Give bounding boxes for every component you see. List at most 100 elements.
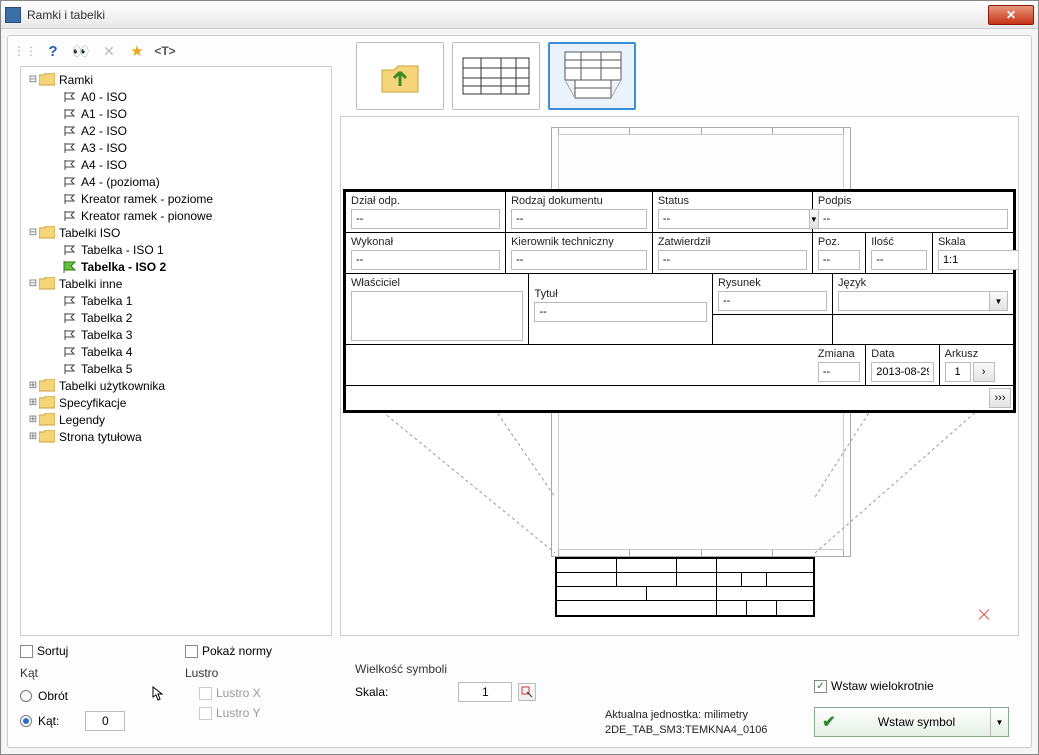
check-sortuj[interactable]: Sortuj xyxy=(20,644,165,658)
tree-item[interactable]: A3 - ISO xyxy=(21,139,331,156)
input-zatwierdzil[interactable] xyxy=(658,250,807,270)
thumb-tabelka-1[interactable] xyxy=(452,42,540,110)
input-kierownik[interactable] xyxy=(511,250,647,270)
tree-item[interactable]: Tabelka 3 xyxy=(21,326,331,343)
folder-icon xyxy=(39,277,55,290)
tree-folder-specyfikacje[interactable]: ⊞Specyfikacje xyxy=(21,394,331,411)
input-arkusz[interactable] xyxy=(945,362,971,382)
thumb-tabelka-2[interactable] xyxy=(548,42,636,110)
check-pokaz-normy[interactable]: Pokaż normy xyxy=(185,644,335,658)
expand-icon[interactable]: ⊞ xyxy=(27,431,39,442)
tree-item[interactable]: Tabelka - ISO 1 xyxy=(21,241,331,258)
star-icon[interactable]: ★ xyxy=(128,42,146,60)
tree-item[interactable]: A1 - ISO xyxy=(21,105,331,122)
input-skala[interactable] xyxy=(938,250,1019,270)
flag-icon xyxy=(63,193,77,205)
tree-item[interactable]: Tabelka 1 xyxy=(21,292,331,309)
dropdown-icon[interactable]: ▼ xyxy=(990,291,1008,311)
expand-icon[interactable]: ⊞ xyxy=(27,397,39,408)
tree-item[interactable]: Kreator ramek - poziome xyxy=(21,190,331,207)
folder-up-icon xyxy=(378,56,422,96)
tree-item[interactable]: A2 - ISO xyxy=(21,122,331,139)
radio-kat[interactable]: Kąt: xyxy=(20,711,165,731)
expand-icon[interactable]: ⊞ xyxy=(27,380,39,391)
preview-area: Dział odp. Rodzaj dokumentu Status▼ Podp… xyxy=(340,116,1019,636)
expand-icon[interactable]: ⊞ xyxy=(27,414,39,425)
input-tytul[interactable] xyxy=(534,302,706,322)
label-skala: Skala: xyxy=(355,685,388,699)
tree-item[interactable]: Tabelka 4 xyxy=(21,343,331,360)
pick-point-icon[interactable] xyxy=(518,683,536,701)
input-ilosc[interactable] xyxy=(871,250,927,270)
tree-item[interactable]: Tabelka 2 xyxy=(21,309,331,326)
next-arrow-icon[interactable]: › xyxy=(973,362,995,382)
input-dzial-odp[interactable] xyxy=(351,209,500,229)
tree-view[interactable]: ⊟ Ramki A0 - ISO A1 - ISO A2 - ISO A3 - … xyxy=(20,66,332,636)
input-status[interactable] xyxy=(658,209,810,229)
input-wlasciciel[interactable] xyxy=(351,291,523,341)
input-podpis[interactable] xyxy=(818,209,1008,229)
label-poz: Poz. xyxy=(818,236,860,248)
tree-folder-legendy[interactable]: ⊞Legendy xyxy=(21,411,331,428)
radio-icon[interactable] xyxy=(20,715,32,727)
dropdown-icon[interactable]: ▼ xyxy=(990,708,1008,736)
flag-icon xyxy=(63,125,77,137)
table-preview-icon xyxy=(557,50,627,102)
flag-icon xyxy=(63,176,77,188)
insert-symbol-button[interactable]: ✔ Wstaw symbol ▼ xyxy=(814,707,1009,737)
thumb-folder[interactable] xyxy=(356,42,444,110)
input-kat[interactable] xyxy=(85,711,125,731)
tree-folder-tabelki-inne[interactable]: ⊟ Tabelki inne xyxy=(21,275,331,292)
tree-label: Tabelki inne xyxy=(59,277,122,291)
help-icon[interactable]: ? xyxy=(44,42,62,60)
tree-folder-tabelki-iso[interactable]: ⊟ Tabelki ISO xyxy=(21,224,331,241)
checkbox-icon[interactable] xyxy=(20,645,33,658)
check-wstaw-wielokrotnie[interactable]: ✓Wstaw wielokrotnie xyxy=(814,679,1019,693)
text-tag-icon[interactable]: <T> xyxy=(156,42,174,60)
input-skala-symbol[interactable] xyxy=(458,682,512,702)
tree-item[interactable]: Tabelka 5 xyxy=(21,360,331,377)
label-wlasciciel: Właściciel xyxy=(351,277,523,289)
checkbox-icon xyxy=(199,687,212,700)
flag-icon xyxy=(63,244,77,256)
folder-icon xyxy=(39,379,55,392)
input-rodzaj[interactable] xyxy=(511,209,647,229)
page-table-preview xyxy=(555,557,815,617)
tree-item[interactable]: A4 - ISO xyxy=(21,156,331,173)
label-data: Data xyxy=(871,348,933,360)
input-poz[interactable] xyxy=(818,250,860,270)
flag-icon xyxy=(63,142,77,154)
radio-icon[interactable] xyxy=(20,690,32,702)
input-rysunek[interactable] xyxy=(718,291,827,311)
binoculars-icon[interactable]: 👀 xyxy=(72,42,90,60)
flag-icon xyxy=(63,159,77,171)
checkbox-icon[interactable] xyxy=(185,645,198,658)
tree-item[interactable]: A4 - (pozioma) xyxy=(21,173,331,190)
tree-folder-ramki[interactable]: ⊟ Ramki xyxy=(21,71,331,88)
tree-folder-strona[interactable]: ⊞Strona tytułowa xyxy=(21,428,331,445)
tree-folder-uzytkownika[interactable]: ⊞Tabelki użytkownika xyxy=(21,377,331,394)
status-line-2: 2DE_TAB_SM3:TEMKNA4_0106 xyxy=(605,723,794,737)
collapse-icon[interactable]: ⊟ xyxy=(27,74,39,85)
radio-obrot[interactable]: Obrót xyxy=(20,686,165,705)
input-data[interactable] xyxy=(871,362,933,382)
next-all-arrow-icon[interactable]: ››› xyxy=(989,388,1011,408)
flag-icon xyxy=(63,91,77,103)
tree-item[interactable]: A0 - ISO xyxy=(21,88,331,105)
insert-label: Wstaw symbol xyxy=(843,715,990,729)
close-button[interactable]: ✕ xyxy=(988,5,1034,25)
app-icon xyxy=(5,7,21,23)
tree-item-selected[interactable]: Tabelka - ISO 2 xyxy=(21,258,331,275)
checkbox-icon[interactable]: ✓ xyxy=(814,680,827,693)
input-wykonal[interactable] xyxy=(351,250,500,270)
tree-item[interactable]: Kreator ramek - pionowe xyxy=(21,207,331,224)
label-podpis: Podpis xyxy=(818,195,1008,207)
delete-icon[interactable]: ✕ xyxy=(100,42,118,60)
input-zmiana[interactable] xyxy=(818,362,860,382)
collapse-icon[interactable]: ⊟ xyxy=(27,278,39,289)
group-wielkosc: Wielkość symboli xyxy=(355,662,585,676)
collapse-icon[interactable]: ⊟ xyxy=(27,227,39,238)
toolbar: ⋮⋮ ? 👀 ✕ ★ <T> xyxy=(8,36,336,66)
titlebar: Ramki i tabelki ✕ xyxy=(1,1,1038,29)
input-jezyk[interactable] xyxy=(838,291,990,311)
